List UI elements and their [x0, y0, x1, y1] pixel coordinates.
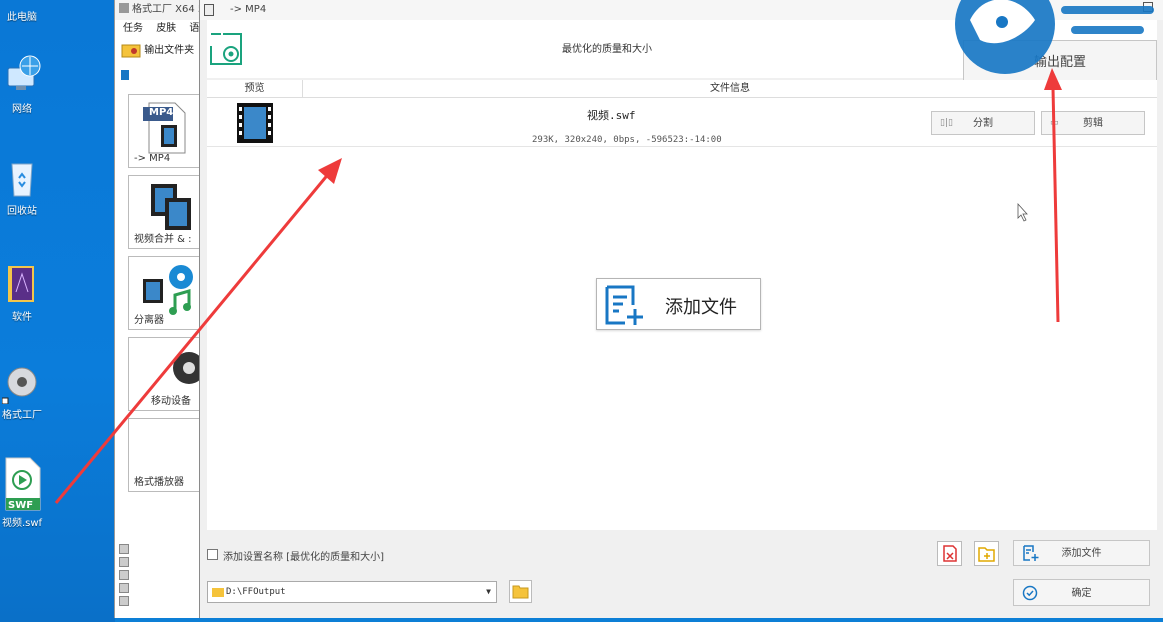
menu-skin[interactable]: 皮肤: [156, 23, 176, 34]
output-settings-button[interactable]: 输出配置: [963, 40, 1157, 84]
category-to-mp4[interactable]: MP4 -> MP4: [128, 94, 208, 168]
category-label: 格式播放器: [134, 477, 184, 488]
file-name: 视频.swf: [587, 109, 636, 122]
desktop: 此电脑 网络 回收站 软件 格式工厂 SWF 视频.swf: [0, 0, 115, 622]
output-path-value: D:\FFOutput: [226, 587, 286, 597]
status-icon: [119, 544, 129, 554]
dialog-bottom-bar: 添加设置名称 [最优化的质量和大小] 添加文件 D:\FFOutput ▼ 确定: [207, 534, 1157, 614]
add-file-small-icon: [1023, 545, 1039, 561]
add-files-button[interactable]: 添加文件: [1013, 540, 1150, 566]
menu-task[interactable]: 任务: [123, 23, 143, 34]
desktop-icon-recycle-bin[interactable]: 回收站: [0, 158, 44, 217]
output-folder-button[interactable]: 输出文件夹: [115, 38, 206, 64]
desktop-icon-format-factory[interactable]: 格式工厂: [0, 360, 44, 421]
add-files-big-button[interactable]: 添加文件: [596, 278, 761, 330]
dialog-app-icon: [204, 4, 214, 16]
column-file-info: 文件信息: [710, 83, 750, 94]
folder-icon: [212, 588, 224, 597]
category-label: 分离器: [134, 315, 164, 326]
split-button[interactable]: ▯|▯ 分割: [931, 111, 1035, 135]
cut-icon: ▭: [1050, 118, 1059, 128]
status-icon: [119, 596, 129, 606]
split-label: 分割: [973, 118, 993, 129]
desktop-icon-label: 此电脑: [7, 12, 37, 23]
browse-folder-button[interactable]: [509, 580, 532, 603]
file-list-header: 预览 文件信息: [207, 80, 1157, 98]
add-setting-name-label: 添加设置名称 [最优化的质量和大小]: [223, 552, 384, 563]
desktop-icon-label: 软件: [12, 312, 32, 323]
category-player[interactable]: 格式播放器: [128, 418, 208, 492]
folder-icon: [8, 266, 34, 302]
swf-badge: SWF: [8, 500, 34, 511]
main-window-title-text: 格式工厂 X64 5: [132, 4, 205, 15]
add-files-big-label: 添加文件: [665, 297, 737, 318]
remove-file-icon: [943, 545, 957, 562]
category-video-merge[interactable]: 视频合并 & :: [128, 175, 208, 249]
open-folder-icon: [512, 585, 529, 599]
dialog-title: -> MP4: [200, 0, 1163, 20]
format-factory-main-window: 格式工厂 X64 5 任务 皮肤 语 输出文件夹 MP4 -> MP4 视频合并…: [114, 0, 208, 618]
category-splitter[interactable]: 分离器: [128, 256, 208, 330]
status-icon: [119, 583, 129, 593]
category-label: 移动设备: [151, 396, 191, 407]
column-preview: 预览: [207, 80, 303, 98]
format-factory-icon: [2, 367, 37, 404]
main-menubar: 任务 皮肤 语: [115, 20, 206, 38]
desktop-icon-software[interactable]: 软件: [0, 262, 44, 323]
output-folder-label: 输出文件夹: [144, 45, 195, 56]
status-icon: [119, 557, 129, 567]
ok-label: 确定: [1071, 588, 1092, 599]
status-icon: [119, 570, 129, 580]
network-icon: [7, 55, 41, 90]
side-status-icons: [119, 544, 129, 609]
desktop-icon-label: 格式工厂: [2, 410, 42, 421]
desktop-icon-label: 回收站: [7, 206, 37, 217]
output-settings-label: 输出配置: [1033, 55, 1086, 70]
add-folder-button[interactable]: [974, 541, 999, 566]
add-folder-icon: [978, 547, 995, 562]
add-files-label: 添加文件: [1061, 548, 1102, 559]
check-circle-icon: [1022, 585, 1038, 600]
file-info: 293K, 320x240, 0bps, -596523:-14:00: [532, 135, 722, 145]
mp4-badge: MP4: [149, 107, 174, 118]
settings-preset-icon[interactable]: [207, 30, 247, 70]
quality-label: 最优化的质量和大小: [562, 44, 652, 55]
file-row[interactable]: 视频.swf 293K, 320x240, 0bps, -596523:-14:…: [207, 99, 1157, 147]
desktop-icon-label: 视频.swf: [1, 518, 43, 529]
add-setting-name-checkbox[interactable]: [207, 549, 218, 560]
list-view-icon: [121, 70, 129, 80]
app-icon: [119, 3, 129, 13]
category-mobile-device[interactable]: 移动设备: [128, 337, 208, 411]
desktop-icon-swf-file[interactable]: SWF 视频.swf: [0, 456, 44, 529]
remove-file-button[interactable]: [937, 541, 962, 566]
category-label: -> MP4: [134, 153, 171, 164]
chevron-down-icon: ▼: [486, 587, 491, 596]
desktop-icon-this-pc[interactable]: 此电脑: [0, 6, 44, 23]
ok-button[interactable]: 确定: [1013, 579, 1150, 606]
output-path-select[interactable]: D:\FFOutput ▼: [207, 581, 497, 603]
recycle-bin-icon: [11, 163, 33, 197]
file-list: 预览 文件信息 视频.swf 293K, 320x240, 0bps, -596…: [207, 80, 1157, 530]
desktop-icon-network[interactable]: 网络: [0, 54, 44, 115]
main-window-title: 格式工厂 X64 5: [115, 0, 206, 20]
dialog-top-area: 最优化的质量和大小 输出配置: [207, 20, 1157, 84]
maximize-icon[interactable]: [1143, 2, 1153, 12]
convert-dialog: -> MP4 最优化的质量和大小 输出配置 预览 文件信息 视频.swf 293…: [199, 0, 1163, 618]
output-folder-icon: [121, 44, 141, 58]
menu-language[interactable]: 语: [189, 23, 199, 34]
add-file-icon: [605, 285, 643, 325]
split-icon: ▯|▯: [940, 118, 953, 128]
cut-label: 剪辑: [1083, 118, 1103, 129]
category-label: 视频合并 & :: [134, 234, 192, 245]
desktop-icon-label: 网络: [12, 104, 32, 115]
cut-button[interactable]: ▭ 剪辑: [1041, 111, 1145, 135]
video-thumbnail-icon: [237, 103, 273, 143]
